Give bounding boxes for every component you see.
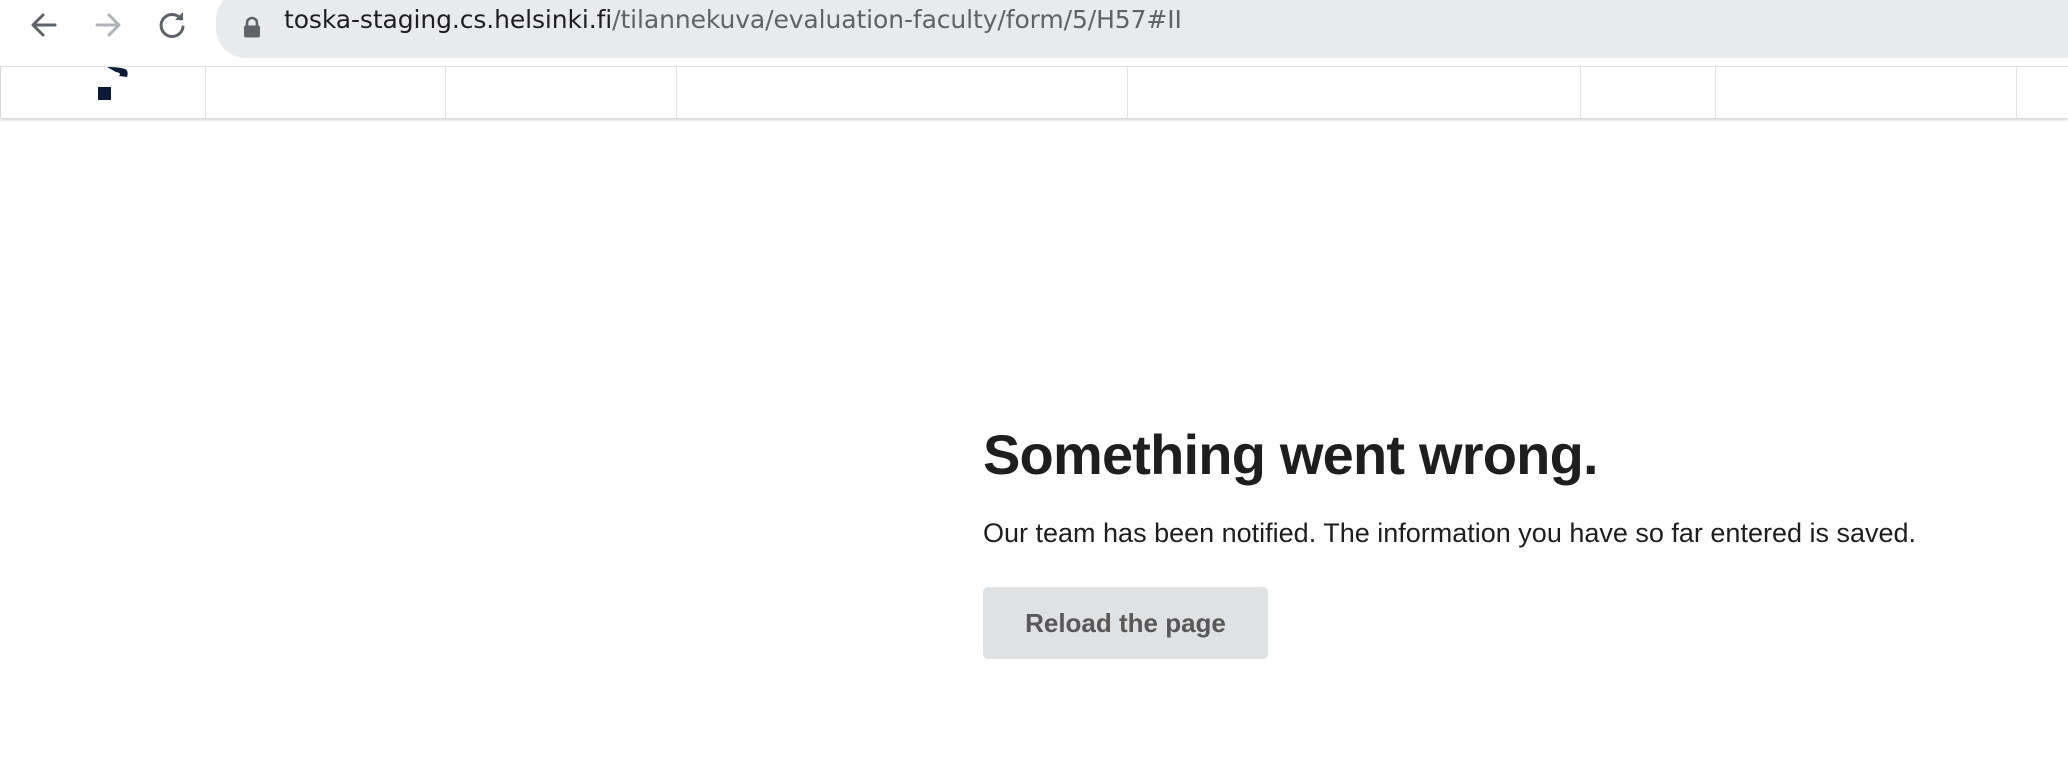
browser-toolbar: toska-staging.cs.helsinki.fi/tilannekuva… [0,0,2068,66]
address-bar[interactable]: toska-staging.cs.helsinki.fi/tilannekuva… [216,0,2068,58]
error-panel: Something went wrong. Our team has been … [983,420,1983,659]
lock-icon [244,16,260,38]
navbar-item[interactable] [1128,67,1581,118]
url-host: toska-staging.cs.helsinki.fi [284,5,613,34]
navbar-item[interactable] [446,67,677,118]
navbar-item[interactable] [1581,67,1716,118]
navbar-item[interactable] [677,67,1128,118]
forward-button[interactable] [84,0,132,50]
navbar-item[interactable] [1716,67,2017,118]
navbar-logo-cell[interactable] [1,67,206,118]
error-message: Our team has been notified. The informat… [983,518,1917,548]
url-path: /tilannekuva/evaluation-faculty/form/5/H… [612,5,1182,34]
navbar-item[interactable] [2017,67,2068,118]
back-button[interactable] [20,0,68,50]
reload-browser-button[interactable] [148,0,196,50]
reload-icon [159,12,185,38]
app-navbar [0,66,2068,118]
arrow-right-icon [95,13,121,37]
arrow-left-icon [31,13,57,37]
url-text[interactable]: toska-staging.cs.helsinki.fi/tilannekuva… [284,5,1182,35]
error-title: Something went wrong. [983,423,1599,486]
university-logo [98,67,128,100]
navbar-item[interactable] [206,67,446,118]
reload-page-button[interactable]: Reload the page [983,587,1268,659]
